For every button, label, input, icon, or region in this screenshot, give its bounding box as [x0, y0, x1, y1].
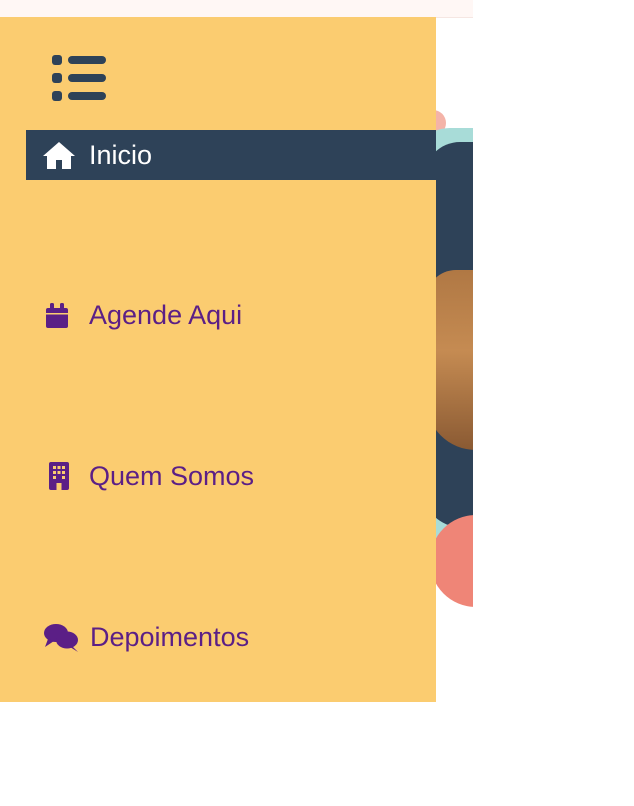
nav-label: Quem Somos: [89, 460, 255, 491]
home-icon: [41, 139, 81, 171]
nav-label: Inicio: [89, 139, 153, 170]
top-bar: [0, 0, 473, 18]
comments-icon: [42, 621, 82, 653]
menu-toggle-button[interactable]: [52, 55, 106, 101]
nav-label: Depoimentos: [90, 621, 250, 652]
nav-item-quem-somos[interactable]: Quem Somos: [26, 451, 436, 501]
building-icon: [41, 460, 81, 492]
nav-item-agende-aqui[interactable]: Agende Aqui: [26, 290, 436, 340]
nav-item-depoimentos[interactable]: Depoimentos: [26, 612, 436, 662]
calendar-icon: [41, 299, 81, 331]
nav-item-inicio[interactable]: Inicio: [26, 130, 436, 180]
side-drawer: Inicio Agende Aqui Quem Somos Depoimento…: [0, 17, 436, 702]
nav-label: Agende Aqui: [89, 299, 243, 330]
list-icon: [52, 55, 106, 65]
